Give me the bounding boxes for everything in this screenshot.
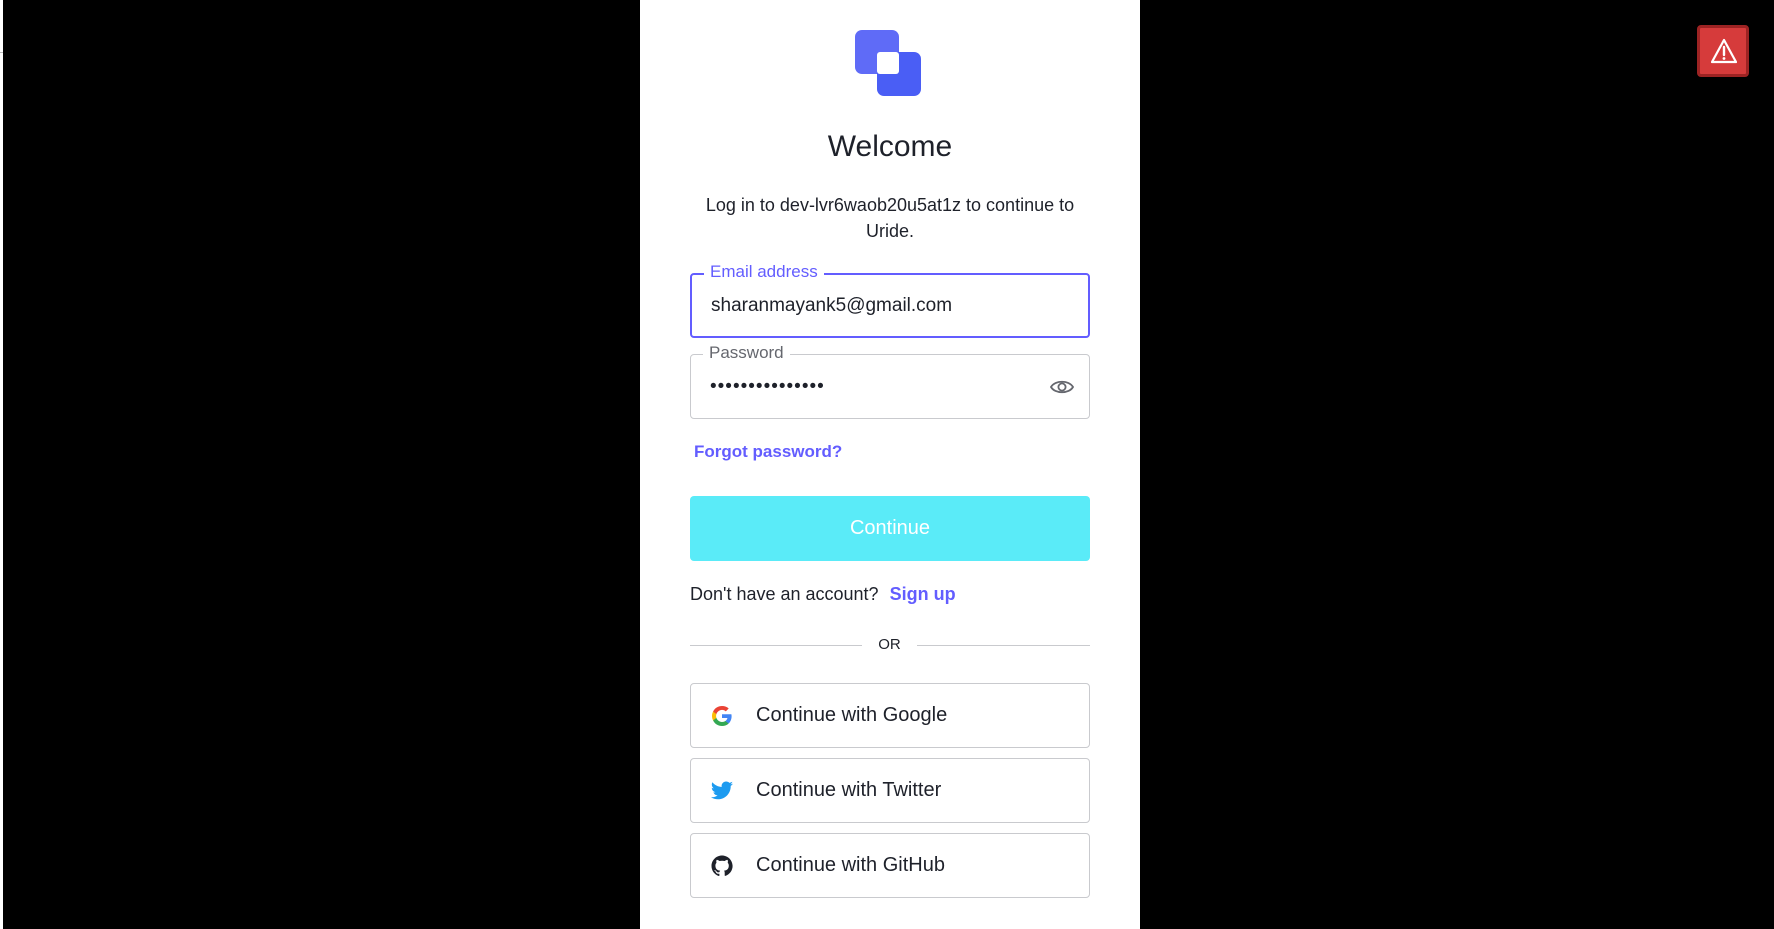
github-button-label: Continue with GitHub — [756, 854, 945, 876]
show-password-eye-icon[interactable] — [1049, 375, 1075, 399]
login-card: Welcome Log in to dev-lvr6waob20u5at1z t… — [640, 0, 1140, 929]
login-subtitle: Log in to dev-lvr6waob20u5at1z to contin… — [705, 195, 1075, 241]
github-icon — [711, 855, 733, 877]
or-divider-text: OR — [878, 636, 901, 653]
edge-divider — [0, 52, 3, 53]
email-field[interactable]: Email address sharanmayank5@gmail.com — [690, 262, 1090, 338]
google-icon — [712, 706, 732, 726]
page-title: Welcome — [827, 130, 953, 163]
continue-with-google-button[interactable]: Continue with Google — [690, 683, 1090, 748]
forgot-password-link[interactable]: Forgot password? — [694, 442, 842, 462]
google-button-label: Continue with Google — [756, 704, 948, 726]
signup-row: Don't have an account? Sign up — [690, 584, 956, 605]
password-input[interactable]: ••••••••••••••• — [710, 355, 1039, 418]
email-input[interactable]: sharanmayank5@gmail.com — [711, 275, 1038, 336]
continue-with-twitter-button[interactable]: Continue with Twitter — [690, 758, 1090, 823]
divider-right — [917, 645, 1090, 646]
twitter-icon — [711, 781, 733, 800]
continue-with-github-button[interactable]: Continue with GitHub — [690, 833, 1090, 898]
signup-link[interactable]: Sign up — [890, 584, 956, 604]
alert-button[interactable] — [1697, 25, 1749, 77]
signup-prompt: Don't have an account? — [690, 584, 879, 604]
password-field[interactable]: Password ••••••••••••••• — [690, 343, 1090, 419]
app-logo-icon — [855, 30, 921, 96]
divider-left — [690, 645, 862, 646]
twitter-button-label: Continue with Twitter — [756, 779, 942, 801]
continue-button[interactable]: Continue — [690, 496, 1090, 561]
warning-icon — [1711, 38, 1737, 64]
